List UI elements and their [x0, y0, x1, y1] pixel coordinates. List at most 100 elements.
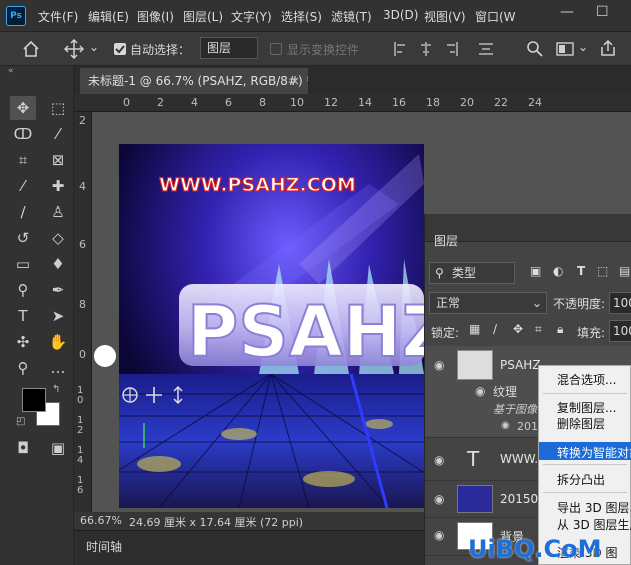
menu-image[interactable]: 图像(I)	[137, 8, 174, 25]
menu-file[interactable]: 文件(F)	[38, 8, 78, 25]
timeline-label[interactable]: 时间轴	[86, 538, 122, 555]
zoom-level[interactable]: 66.67%	[80, 514, 122, 527]
home-icon[interactable]	[22, 40, 40, 58]
light-widget-icon[interactable]	[94, 345, 116, 367]
menu-item-export-3d-layer[interactable]: 导出 3D 图层...	[557, 499, 631, 516]
share-icon[interactable]	[599, 39, 617, 57]
type-layer-icon: T	[467, 447, 480, 471]
align-right-icon[interactable]	[443, 41, 459, 57]
screen-mode-icon[interactable]: ▣	[45, 436, 71, 460]
zoom-tool-icon[interactable]: ⚲	[10, 356, 36, 380]
hand-tool-icon[interactable]: ✋	[45, 330, 71, 354]
gradient-tool-icon[interactable]: ▭	[10, 252, 36, 276]
maximize-button[interactable]: ☐	[596, 4, 609, 20]
brush-tool-icon[interactable]: ∕	[10, 200, 36, 224]
minimize-button[interactable]: —	[560, 4, 574, 20]
menu-edit[interactable]: 编辑(E)	[88, 8, 129, 25]
lock-position-icon[interactable]: ✥	[513, 322, 523, 336]
chevron-down-icon[interactable]: ⌄	[89, 40, 99, 54]
search-icon[interactable]	[526, 40, 544, 58]
magic-wand-icon[interactable]: ⁄	[45, 122, 71, 146]
filter-kind: 类型	[452, 266, 477, 280]
chevron-down-icon[interactable]: ⌄	[578, 40, 588, 54]
visibility-eye-icon[interactable]: ◉	[501, 420, 510, 431]
lock-transparency-icon[interactable]: ▦	[469, 322, 480, 336]
blur-tool-icon[interactable]: ♦	[45, 252, 71, 276]
type-filter-icon[interactable]: T	[577, 264, 585, 278]
layer-name[interactable]: PSAHZ	[500, 358, 541, 372]
close-tab-button[interactable]: ×	[290, 68, 300, 94]
menu-item-delete-layer[interactable]: 删除图层	[557, 415, 605, 432]
opacity-label: 不透明度:	[553, 297, 606, 311]
visibility-eye-icon[interactable]: ◉	[475, 384, 485, 398]
menu-layer[interactable]: 图层(L)	[183, 8, 223, 25]
align-center-icon[interactable]	[418, 41, 434, 57]
blend-mode-dropdown[interactable]: 正常 ⌄	[429, 292, 547, 314]
menu-filter[interactable]: 滤镜(T)	[331, 8, 372, 25]
crop-tool-icon[interactable]: ⌗	[10, 148, 36, 172]
type-tool-icon[interactable]: T	[10, 304, 36, 328]
quick-mask-icon[interactable]: ◘	[10, 436, 36, 460]
shape-filter-icon[interactable]: ⬚	[597, 264, 608, 278]
ruler-label: 24	[528, 96, 542, 109]
distribute-icon[interactable]	[478, 41, 494, 57]
ruler-label: 1 2	[77, 415, 84, 436]
eraser-tool-icon[interactable]: ◇	[45, 226, 71, 250]
lock-artboard-icon[interactable]: ⌗	[535, 322, 542, 337]
adjustment-filter-icon[interactable]: ◐	[553, 264, 563, 278]
foreground-color-swatch[interactable]	[22, 388, 46, 412]
menu-item-duplicate-layer[interactable]: 复制图层...	[557, 399, 616, 416]
history-brush-icon[interactable]: ↺	[10, 226, 36, 250]
menu-select[interactable]: 选择(S)	[281, 8, 322, 25]
show-transform-checkbox[interactable]	[270, 43, 282, 55]
artwork-watermark-text: WWW.PSAHZ.COM	[159, 174, 356, 196]
move-tool-icon[interactable]: ✥	[10, 96, 36, 120]
menu-item-split-extrusion[interactable]: 拆分凸出	[557, 471, 605, 488]
move-tool-icon[interactable]	[64, 39, 84, 59]
dodge-tool-icon[interactable]: ⚲	[10, 278, 36, 302]
lock-all-icon[interactable]: 🔒︎	[557, 322, 563, 337]
ruler-label: 8	[79, 298, 86, 311]
ruler-label: 4	[79, 180, 86, 193]
layers-panel-title[interactable]: 图层	[434, 232, 458, 249]
fill-label: 填充:	[577, 326, 606, 340]
custom-shape-icon[interactable]: ✣	[10, 330, 36, 354]
frame-tool-icon[interactable]: ⊠	[45, 148, 71, 172]
auto-select-checkbox[interactable]	[114, 43, 126, 55]
menu-item-generate-from-3d[interactable]: 从 3D 图层生成	[557, 516, 631, 533]
layer-filter-dropdown[interactable]: ⚲ 类型	[429, 262, 515, 284]
pen-tool-icon[interactable]: ✒	[45, 278, 71, 302]
workspace-icon[interactable]	[556, 40, 574, 58]
swap-colors-icon[interactable]: ↰	[52, 384, 60, 395]
more-tools-icon[interactable]: …	[45, 356, 71, 380]
lasso-tool-icon[interactable]: ↀ	[10, 122, 36, 146]
ruler-label: 8	[259, 96, 266, 109]
menu-item-convert-smart-object[interactable]: 转换为智能对象	[557, 444, 631, 461]
menu-item-blending-options[interactable]: 混合选项...	[557, 371, 616, 388]
auto-select-dropdown[interactable]: 图层	[200, 37, 258, 59]
opacity-input[interactable]: 100	[609, 292, 631, 314]
fill-input[interactable]: 100	[609, 320, 631, 342]
menu-view[interactable]: 视图(V)	[424, 8, 466, 25]
image-filter-icon[interactable]: ▣	[530, 264, 541, 278]
visibility-eye-icon[interactable]: ◉	[434, 528, 444, 542]
menu-type[interactable]: 文字(Y)	[231, 8, 272, 25]
visibility-eye-icon[interactable]: ◉	[434, 358, 444, 372]
visibility-eye-icon[interactable]: ◉	[434, 492, 444, 506]
path-select-icon[interactable]: ➤	[45, 304, 71, 328]
lock-pixels-icon[interactable]: ∕	[493, 322, 497, 336]
visibility-eye-icon[interactable]: ◉	[434, 453, 444, 467]
document-tab[interactable]: 未标题-1 @ 66.7% (PSAHZ, RGB/8#) * ×	[80, 68, 308, 94]
stamp-tool-icon[interactable]: ♙	[45, 200, 71, 224]
smart-filter-icon[interactable]: ▤	[619, 264, 630, 278]
eyedropper-icon[interactable]: ⁄	[10, 174, 36, 198]
healing-brush-icon[interactable]: ✚	[45, 174, 71, 198]
align-left-icon[interactable]	[393, 41, 409, 57]
3d-axis-widget[interactable]	[120, 383, 192, 453]
collapse-icon[interactable]: «	[8, 66, 14, 76]
menu-window[interactable]: 窗口(W	[475, 8, 516, 25]
document-canvas[interactable]: PSAHZ WWW.PSAHZ.COM	[119, 144, 424, 508]
marquee-tool-icon[interactable]: ⬚	[45, 96, 71, 120]
default-colors-icon[interactable]: ◰	[16, 416, 25, 427]
menu-3d[interactable]: 3D(D)	[383, 8, 418, 22]
